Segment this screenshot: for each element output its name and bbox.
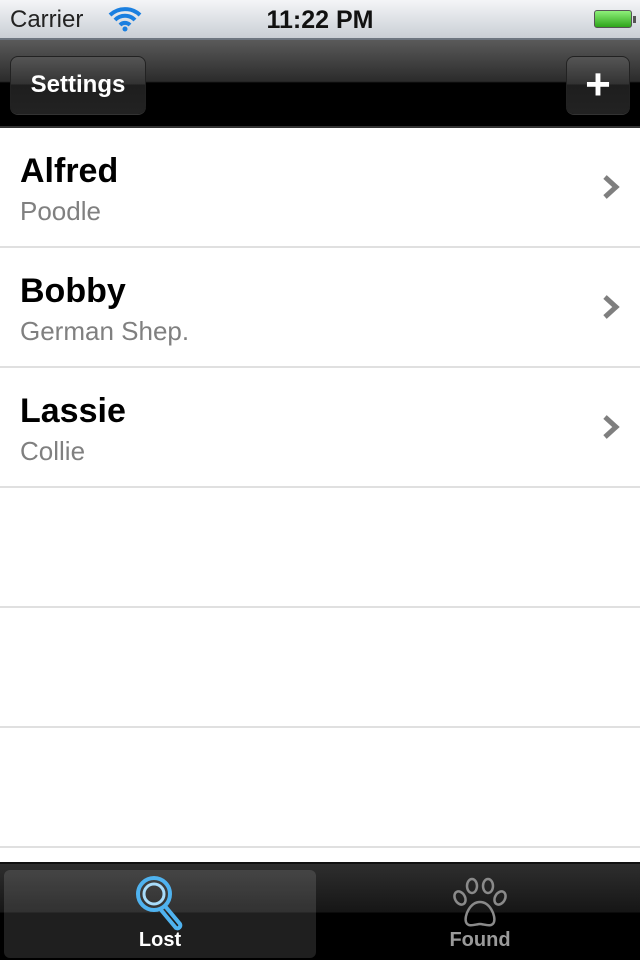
add-button[interactable]: +	[566, 56, 630, 114]
list-item[interactable]: Bobby German Shep.	[0, 248, 640, 368]
dog-list: Alfred Poodle Bobby German Shep. Lassie …	[0, 128, 640, 848]
settings-button[interactable]: Settings	[10, 56, 146, 114]
item-breed: German Shep.	[20, 316, 190, 346]
battery-full-icon	[594, 10, 636, 28]
chevron-right-icon	[603, 295, 620, 319]
empty-row	[0, 488, 640, 608]
item-name: Lassie	[20, 392, 126, 430]
item-name: Alfred	[20, 152, 119, 190]
list-item[interactable]: Alfred Poodle	[0, 128, 640, 248]
tab-bar: Lost Found	[0, 862, 640, 960]
empty-row	[0, 608, 640, 728]
item-breed: Collie	[20, 436, 86, 466]
tab-found[interactable]: Found	[324, 870, 636, 958]
magnifier-icon	[136, 876, 183, 931]
tab-label: Found	[449, 929, 511, 951]
plus-icon: +	[585, 60, 611, 109]
chevron-right-icon	[603, 415, 620, 439]
item-name: Bobby	[20, 272, 126, 310]
paw-icon	[453, 877, 507, 927]
status-bar: Carrier 11:22 PM	[0, 0, 640, 40]
tab-label: Lost	[138, 929, 182, 951]
empty-row	[0, 728, 640, 848]
navigation-bar: Settings +	[0, 40, 640, 128]
list-item[interactable]: Lassie Collie	[0, 368, 640, 488]
clock: 11:22 PM	[266, 6, 374, 34]
tab-lost[interactable]: Lost	[4, 870, 316, 958]
chevron-right-icon	[603, 175, 620, 199]
item-breed: Poodle	[20, 196, 101, 226]
